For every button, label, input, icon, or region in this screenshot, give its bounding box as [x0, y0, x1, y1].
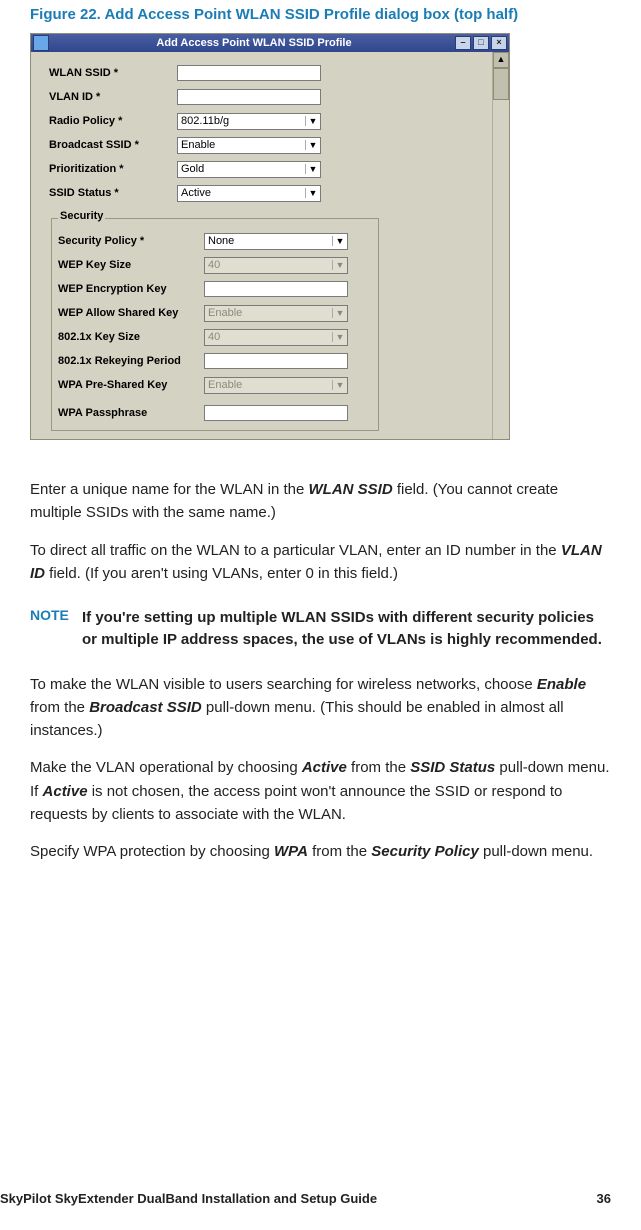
chevron-down-icon: ▼	[305, 164, 320, 174]
chevron-down-icon: ▼	[332, 380, 347, 390]
term-active: Active	[43, 783, 88, 800]
term-enable: Enable	[537, 676, 586, 693]
page-footer: SkyPilot SkyExtender DualBand Installati…	[0, 1191, 641, 1206]
term-security-policy: Security Policy	[371, 843, 479, 860]
wlan-ssid-label: WLAN SSID *	[49, 67, 177, 79]
chevron-down-icon: ▼	[332, 308, 347, 318]
security-policy-label: Security Policy *	[58, 235, 204, 247]
page-number: 36	[597, 1191, 611, 1206]
security-legend: Security	[58, 210, 105, 222]
wep-key-size-value: 40	[205, 259, 332, 271]
term-ssid-status: SSID Status	[410, 759, 495, 776]
wlan-ssid-profile-dialog: Add Access Point WLAN SSID Profile – □ ×…	[30, 33, 510, 440]
prioritization-select[interactable]: Gold ▼	[177, 161, 321, 178]
paragraph: Specify WPA protection by choosing WPA f…	[30, 840, 611, 863]
note-label: NOTE	[30, 607, 82, 651]
wpa-psk-value: Enable	[205, 379, 332, 391]
security-policy-value: None	[205, 235, 332, 247]
footer-title: SkyPilot SkyExtender DualBand Installati…	[0, 1191, 377, 1206]
close-button[interactable]: ×	[491, 36, 507, 50]
vlan-id-input[interactable]	[177, 89, 321, 105]
text: Enter a unique name for the WLAN in the	[30, 481, 309, 498]
radio-policy-select[interactable]: 802.11b/g ▼	[177, 113, 321, 130]
broadcast-ssid-label: Broadcast SSID *	[49, 139, 177, 151]
radio-policy-label: Radio Policy *	[49, 115, 177, 127]
scroll-up-icon[interactable]: ▲	[493, 52, 509, 68]
ssid-status-label: SSID Status *	[49, 187, 177, 199]
term-active: Active	[302, 759, 347, 776]
wep-allow-shared-select: Enable ▼	[204, 305, 348, 322]
wep-allow-shared-label: WEP Allow Shared Key	[58, 307, 204, 319]
security-policy-select[interactable]: None ▼	[204, 233, 348, 250]
text: Make the VLAN operational by choosing	[30, 759, 302, 776]
x8021-rekey-label: 802.1x Rekeying Period	[58, 355, 204, 367]
prioritization-label: Prioritization *	[49, 163, 177, 175]
maximize-button[interactable]: □	[473, 36, 489, 50]
paragraph: To direct all traffic on the WLAN to a p…	[30, 539, 611, 586]
note-block: NOTE If you're setting up multiple WLAN …	[30, 607, 611, 651]
chevron-down-icon: ▼	[305, 140, 320, 150]
broadcast-ssid-select[interactable]: Enable ▼	[177, 137, 321, 154]
dialog-title: Add Access Point WLAN SSID Profile	[53, 37, 455, 49]
wep-encryption-key-label: WEP Encryption Key	[58, 283, 204, 295]
scrollbar[interactable]: ▲	[492, 52, 509, 439]
ssid-status-select[interactable]: Active ▼	[177, 185, 321, 202]
radio-policy-value: 802.11b/g	[178, 115, 305, 127]
wpa-psk-label: WPA Pre-Shared Key	[58, 379, 204, 391]
wep-allow-shared-value: Enable	[205, 307, 332, 319]
wlan-ssid-input[interactable]	[177, 65, 321, 81]
wep-key-size-label: WEP Key Size	[58, 259, 204, 271]
wpa-passphrase-input[interactable]	[204, 405, 348, 421]
text: pull-down menu.	[479, 843, 593, 860]
note-text: If you're setting up multiple WLAN SSIDs…	[82, 607, 611, 651]
chevron-down-icon: ▼	[332, 260, 347, 270]
scroll-thumb[interactable]	[493, 68, 509, 100]
wep-key-size-select: 40 ▼	[204, 257, 348, 274]
term-broadcast-ssid: Broadcast SSID	[89, 699, 202, 716]
chevron-down-icon: ▼	[332, 236, 347, 246]
text: from the	[30, 699, 89, 716]
minimize-button[interactable]: –	[455, 36, 471, 50]
text: from the	[347, 759, 410, 776]
chevron-down-icon: ▼	[332, 332, 347, 342]
x8021-key-size-label: 802.1x Key Size	[58, 331, 204, 343]
x8021-key-size-value: 40	[205, 331, 332, 343]
wep-encryption-key-input[interactable]	[204, 281, 348, 297]
text: is not chosen, the access point won't an…	[30, 783, 562, 823]
text: To direct all traffic on the WLAN to a p…	[30, 542, 561, 559]
chevron-down-icon: ▼	[305, 188, 320, 198]
paragraph: Enter a unique name for the WLAN in the …	[30, 478, 611, 525]
term-wpa: WPA	[274, 843, 308, 860]
vlan-id-label: VLAN ID *	[49, 91, 177, 103]
text: field. (If you aren't using VLANs, enter…	[45, 565, 398, 582]
text: Specify WPA protection by choosing	[30, 843, 274, 860]
x8021-key-size-select: 40 ▼	[204, 329, 348, 346]
text: To make the WLAN visible to users search…	[30, 676, 537, 693]
paragraph: To make the WLAN visible to users search…	[30, 673, 611, 743]
titlebar[interactable]: Add Access Point WLAN SSID Profile – □ ×	[31, 34, 509, 52]
app-icon	[33, 35, 49, 51]
wpa-passphrase-label: WPA Passphrase	[58, 407, 204, 419]
broadcast-ssid-value: Enable	[178, 139, 305, 151]
figure-caption: Figure 22. Add Access Point WLAN SSID Pr…	[30, 6, 611, 23]
paragraph: Make the VLAN operational by choosing Ac…	[30, 756, 611, 826]
text: from the	[308, 843, 371, 860]
security-fieldset: Security Security Policy * None ▼ WEP Ke…	[51, 212, 379, 431]
x8021-rekey-input[interactable]	[204, 353, 348, 369]
term-wlan-ssid: WLAN SSID	[309, 481, 393, 498]
chevron-down-icon: ▼	[305, 116, 320, 126]
prioritization-value: Gold	[178, 163, 305, 175]
wpa-psk-select: Enable ▼	[204, 377, 348, 394]
ssid-status-value: Active	[178, 187, 305, 199]
